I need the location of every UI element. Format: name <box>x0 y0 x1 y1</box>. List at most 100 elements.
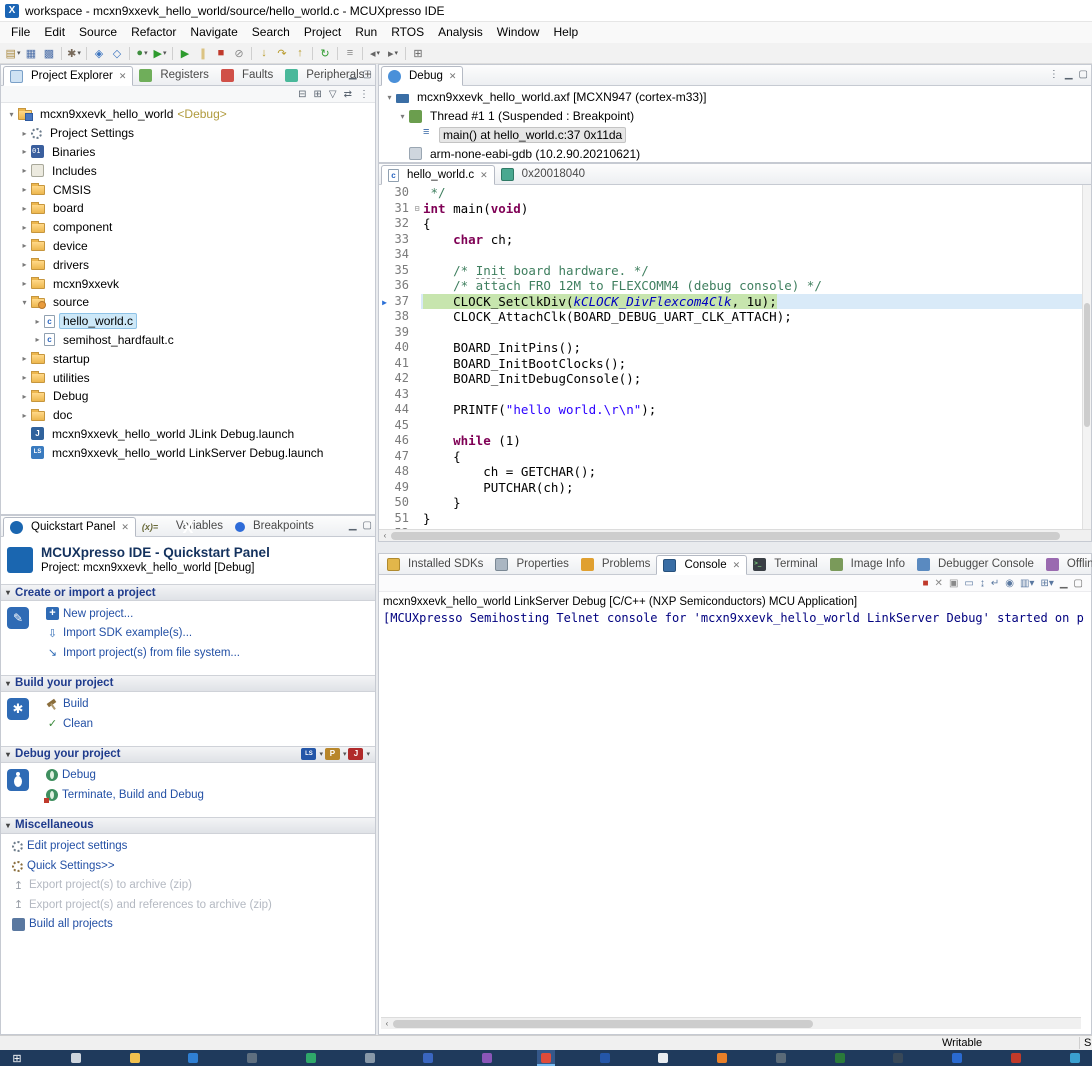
code-line-36[interactable]: 36 /* attach FRO 12M to FLEXCOMM4 (debug… <box>379 278 1091 294</box>
tree-item-utilities[interactable]: ▸utilities <box>1 368 375 387</box>
menu-search[interactable]: Search <box>245 22 297 43</box>
open-console-icon[interactable]: ⊞▾ <box>1040 578 1053 589</box>
tree-item-mcxn9xxevk[interactable]: ▸mcxn9xxevk <box>1 274 375 293</box>
pin-editor-icon[interactable]: ⊞ <box>409 45 427 62</box>
disconnect-icon[interactable]: ⊘ <box>230 45 248 62</box>
twisty-icon[interactable]: ▸ <box>31 335 44 344</box>
probe-ls-icon[interactable] <box>301 748 316 760</box>
taskbar-app-18[interactable] <box>1066 1050 1084 1066</box>
menu-help[interactable]: Help <box>546 22 585 43</box>
taskbar-app-2[interactable] <box>126 1050 144 1066</box>
twisty-icon[interactable]: ▸ <box>18 185 31 194</box>
code-line-48[interactable]: 48 ch = GETCHAR(); <box>379 464 1091 480</box>
menu-edit[interactable]: Edit <box>37 22 72 43</box>
menu-project[interactable]: Project <box>297 22 348 43</box>
taskbar-app-4[interactable] <box>243 1050 261 1066</box>
remove-all-launches-icon[interactable]: ▣ <box>949 578 958 589</box>
code-line-35[interactable]: 35 /* Init board hardware. */ <box>379 263 1091 279</box>
code-line-30[interactable]: 30 */ <box>379 185 1091 201</box>
taskbar-app-17[interactable] <box>1007 1050 1025 1066</box>
back-icon[interactable]: ◂▾ <box>366 45 384 62</box>
tab-registers[interactable]: Registers <box>133 65 215 85</box>
code-editor[interactable]: 30 */31⊟int main(void)32{33 char ch;3435… <box>379 185 1091 531</box>
tab-problems[interactable]: Problems <box>575 554 657 574</box>
code-line-37[interactable]: ▶37 CLOCK_SetClkDiv(kCLOCK_DivFlexcom4Cl… <box>379 294 1091 310</box>
menu-window[interactable]: Window <box>490 22 547 43</box>
tree-item-hello-world-c[interactable]: ▸hello_world.c <box>1 312 375 331</box>
menu-run[interactable]: Run <box>348 22 384 43</box>
tab-installed-sdks[interactable]: Installed SDKs <box>381 554 489 574</box>
taskbar-app-14[interactable] <box>831 1050 849 1066</box>
scroll-left-icon[interactable]: ‹ <box>381 1019 393 1028</box>
forward-icon[interactable]: ▸▾ <box>384 45 402 62</box>
tab-properties[interactable]: Properties <box>489 554 574 574</box>
new-project-wizard-icon[interactable]: ◈ <box>90 45 108 62</box>
tab-project-explorer[interactable]: Project Explorer✕ <box>3 66 133 86</box>
remove-launch-icon[interactable]: ✕ <box>935 578 943 589</box>
tree-item-device[interactable]: ▸device <box>1 237 375 256</box>
code-line-39[interactable]: 39 <box>379 325 1091 341</box>
twisty-icon[interactable]: ▸ <box>18 166 31 175</box>
start-button[interactable]: ⊞ <box>8 1050 26 1066</box>
tab-debug[interactable]: Debug✕ <box>381 66 463 86</box>
menu-navigate[interactable]: Navigate <box>183 22 244 43</box>
code-line-42[interactable]: 42 BOARD_InitDebugConsole(); <box>379 371 1091 387</box>
tree-item-includes[interactable]: ▸Includes <box>1 161 375 180</box>
taskbar-app-6[interactable] <box>361 1050 379 1066</box>
step-over-icon[interactable]: ↷ <box>273 45 291 62</box>
code-line-49[interactable]: 49 PUTCHAR(ch); <box>379 480 1091 496</box>
code-line-44[interactable]: 44 PRINTF("hello world.\r\n"); <box>379 402 1091 418</box>
twisty-icon[interactable]: ▸ <box>18 241 31 250</box>
code-line-46[interactable]: 46 while (1) <box>379 433 1091 449</box>
probe-j-icon[interactable] <box>348 748 363 760</box>
clear-console-icon[interactable]: ▭ <box>964 578 973 589</box>
tree-item-startup[interactable]: ▸startup <box>1 349 375 368</box>
maximize-view-icon[interactable]: ▢ <box>1079 69 1088 80</box>
twisty-icon[interactable]: ▸ <box>18 392 31 401</box>
tab-hello-world-c[interactable]: hello_world.c✕ <box>381 165 495 185</box>
tree-item-mcxn9xxevk-hello-world-axf-mcxn947-cortex-m33[interactable]: ▾mcxn9xxevk_hello_world.axf [MCXN947 (co… <box>379 88 1091 107</box>
close-tab-icon[interactable]: ✕ <box>733 560 741 571</box>
tree-item-mcxn9xxevk-hello-world-jlink-debug-launch[interactable]: mcxn9xxevk_hello_world JLink Debug.launc… <box>1 425 375 444</box>
taskbar-app-11[interactable] <box>654 1050 672 1066</box>
fold-marker-icon[interactable]: ⊟ <box>411 201 423 217</box>
display-console-icon[interactable]: ▥▾ <box>1020 578 1034 589</box>
twisty-icon[interactable]: ▸ <box>18 204 31 213</box>
twisty-icon[interactable]: ▸ <box>18 411 31 420</box>
tree-item-board[interactable]: ▸board <box>1 199 375 218</box>
terminate-console-icon[interactable]: ■ <box>923 578 929 589</box>
tree-item-cmsis[interactable]: ▸CMSIS <box>1 180 375 199</box>
tab-0x20018040[interactable]: 0x20018040 <box>495 164 591 184</box>
twisty-icon[interactable]: ▸ <box>18 373 31 382</box>
run-toolbar-icon[interactable]: ▶▾ <box>151 45 169 62</box>
build-icon[interactable]: ✱▾ <box>65 45 83 62</box>
code-line-32[interactable]: 32{ <box>379 216 1091 232</box>
maximize-view-icon[interactable]: ▢ <box>363 69 372 80</box>
tree-item-project-settings[interactable]: ▸Project Settings <box>1 124 375 143</box>
tree-item-drivers[interactable]: ▸drivers <box>1 255 375 274</box>
tab-terminal[interactable]: Terminal <box>747 554 823 574</box>
menu-analysis[interactable]: Analysis <box>431 22 490 43</box>
twisty-icon[interactable]: ▸ <box>18 129 31 138</box>
tree-item-thread-1-1-suspended-breakpoint[interactable]: ▾Thread #1 1 (Suspended : Breakpoint) <box>379 107 1091 126</box>
suspend-icon[interactable]: ∥ <box>194 45 212 62</box>
import-wizard-icon[interactable]: ◇ <box>108 45 126 62</box>
tab-console[interactable]: Console✕ <box>656 555 747 575</box>
taskbar-app-12[interactable] <box>713 1050 731 1066</box>
scroll-left-icon[interactable]: ‹ <box>379 531 391 540</box>
code-line-40[interactable]: 40 BOARD_InitPins(); <box>379 340 1091 356</box>
code-line-51[interactable]: 51} <box>379 511 1091 527</box>
code-line-34[interactable]: 34 <box>379 247 1091 263</box>
step-return-icon[interactable]: ↑ <box>291 45 309 62</box>
tab-offline-peripherals[interactable]: Offline Peripherals <box>1040 554 1092 574</box>
terminate-icon[interactable]: ■ <box>212 45 230 62</box>
taskbar-app-7[interactable] <box>419 1050 437 1066</box>
filter-icon[interactable]: ▽ <box>329 89 337 100</box>
collapse-all-icon[interactable]: ⊟ <box>298 89 306 100</box>
twisty-icon[interactable]: ▸ <box>18 279 31 288</box>
taskbar-app-13[interactable] <box>772 1050 790 1066</box>
twisty-icon[interactable]: ▸ <box>31 317 44 326</box>
taskbar-app-1[interactable] <box>67 1050 85 1066</box>
menu-source[interactable]: Source <box>72 22 124 43</box>
console-horizontal-scrollbar[interactable]: ‹ <box>381 1017 1081 1029</box>
